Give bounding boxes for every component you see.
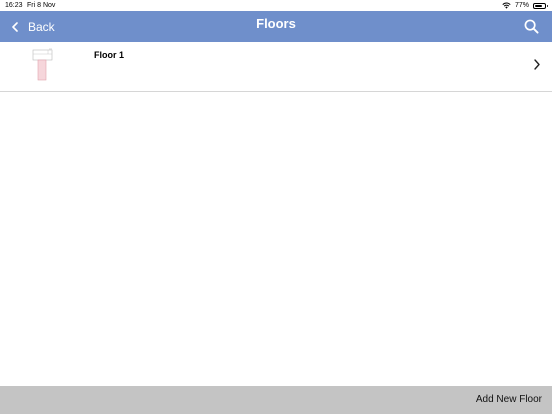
- bottom-toolbar: Add New Floor: [0, 386, 552, 414]
- search-button[interactable]: [524, 19, 540, 35]
- floor-plan-thumbnail: [32, 48, 54, 82]
- floor-name: Floor 1: [94, 50, 125, 60]
- status-indicators: 77%: [502, 1, 548, 10]
- status-bar: 16:23 Fri 8 Nov 77%: [0, 0, 552, 11]
- page-title: Floors: [256, 16, 296, 31]
- status-time: 16:23: [5, 2, 23, 9]
- wifi-icon: [502, 2, 511, 9]
- navigation-bar: Back Floors: [0, 11, 552, 42]
- status-date: Fri 8 Nov: [27, 2, 56, 9]
- chevron-right-icon: [534, 59, 540, 70]
- floor-list-empty-area: [0, 92, 552, 386]
- battery-percent: 77%: [514, 2, 529, 9]
- search-icon: [524, 19, 539, 34]
- battery-icon: [533, 2, 548, 9]
- add-new-floor-button[interactable]: Add New Floor: [476, 386, 542, 414]
- battery-fill: [535, 4, 542, 7]
- floor-list-item[interactable]: Floor 1: [0, 42, 552, 92]
